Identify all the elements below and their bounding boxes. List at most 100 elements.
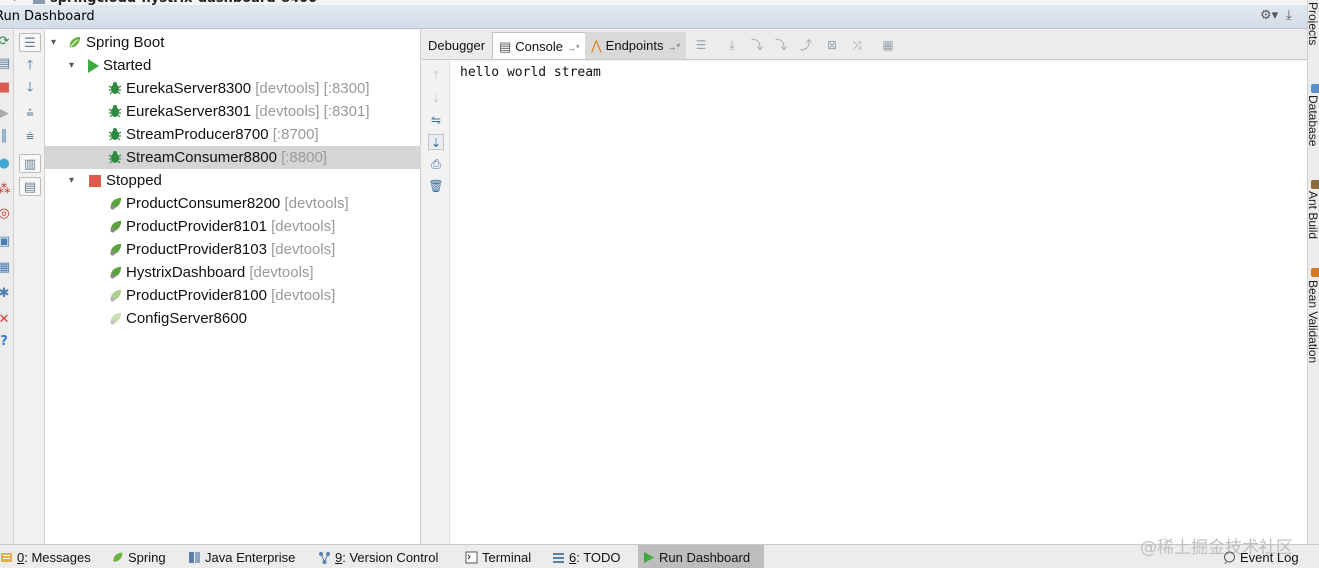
group-by-type-icon[interactable]: ☰ <box>19 33 41 52</box>
spring-leaf-icon <box>69 36 81 48</box>
spring-leaf-icon <box>110 243 122 256</box>
messages-icon <box>1 553 12 562</box>
arrow-down-icon[interactable]: 🡓 <box>428 90 444 106</box>
tree-app-row[interactable]: ProductProvider8100 [devtools] <box>45 284 421 307</box>
tree-app-row[interactable]: ProductConsumer8200 [devtools] <box>45 192 421 215</box>
scroll-to-end-icon[interactable]: ⇣ <box>428 134 444 150</box>
tool-run-dashboard[interactable]: Run Dashboard <box>638 545 764 568</box>
tree-node-spring-boot[interactable]: ▾ Spring Boot <box>45 31 421 54</box>
console-tab-bar: Debugger ▤ Console →* ⋀ Endpoints →* ☰ ⤓ ⤵ ⤵… <box>422 30 1307 60</box>
tool-window-projects[interactable]: Projects <box>1308 2 1319 62</box>
arrow-down-icon[interactable]: 🡓 <box>19 78 41 97</box>
app-tag: [:8700] <box>272 126 319 143</box>
show-execution-point-icon[interactable]: ☰ <box>694 39 708 51</box>
endpoints-icon: ⋀ <box>591 38 602 53</box>
left-action-strip: ⟳ ▤ ■ ▶ ‖ ● ⁂ ◎ ▣ ▦ ✱ ✕ ? <box>0 30 14 544</box>
chevron-down-icon[interactable]: ▾ <box>51 31 56 54</box>
spring-leaf-icon <box>110 220 122 233</box>
settings-icon[interactable]: ✱ <box>0 286 12 302</box>
console-output[interactable]: hello world stream <box>450 61 1307 544</box>
step-over-icon[interactable]: ⤓ <box>725 39 739 51</box>
step-out-icon[interactable]: ⤴ <box>799 39 813 51</box>
print-icon[interactable]: ⎙ <box>428 156 444 172</box>
stop-icon[interactable]: ■ <box>0 80 12 96</box>
app-name: HystrixDashboard <box>126 264 246 281</box>
browser-icon[interactable]: ● <box>0 156 12 172</box>
close-icon[interactable]: ✕ <box>0 312 12 328</box>
tree-group-started[interactable]: ▾ Started <box>45 54 421 77</box>
tool-event-log[interactable]: Event Log <box>1219 545 1303 568</box>
tree-app-row[interactable]: ProductProvider8103 [devtools] <box>45 238 421 261</box>
app-name: ProductConsumer8200 <box>126 195 281 212</box>
drop-frame-icon[interactable]: ⊠ <box>825 39 839 51</box>
arrow-up-icon[interactable]: 🡑 <box>428 67 444 83</box>
ant-icon <box>1311 180 1319 189</box>
tool-messages[interactable]: 0: Messages <box>0 545 95 568</box>
tree-group-stopped[interactable]: ▾ Stopped <box>45 169 421 192</box>
tree-app-row[interactable]: EurekaServer8300 [devtools] [:8300] <box>45 77 421 100</box>
pin-icon[interactable]: →* <box>567 43 580 53</box>
stop-icon <box>89 175 101 187</box>
pin-icon[interactable]: →* <box>668 42 681 52</box>
app-name: ConfigServer8600 <box>126 310 247 327</box>
filter-icon[interactable]: ▥ <box>19 154 41 173</box>
tab-console[interactable]: ▤ Console →* <box>492 32 587 59</box>
tree-app-row[interactable]: StreamProducer8700 [:8700] <box>45 123 421 146</box>
right-tool-rail: Projects Database Ant Build Bean Validat… <box>1307 0 1319 544</box>
camera-icon[interactable]: ▣ <box>0 234 12 250</box>
tree-app-row[interactable]: ConfigServer8600 <box>45 307 421 330</box>
tab-endpoints[interactable]: ⋀ Endpoints →* <box>585 32 687 59</box>
console-side-toolbar: 🡑 🡓 ⇋ ⇣ ⎙ 🗑 <box>422 61 450 544</box>
arrow-up-icon[interactable]: 🡑 <box>19 56 41 75</box>
rerun-icon[interactable]: ⟳ <box>0 34 12 50</box>
tool-terminal[interactable]: Terminal <box>461 545 535 568</box>
tool-window-bean-validation[interactable]: Bean Validation <box>1308 280 1319 376</box>
chevron-down-icon[interactable]: ▾ <box>69 169 74 192</box>
running-bug-icon <box>108 105 122 118</box>
breakpoints-icon[interactable]: ◎ <box>0 206 12 222</box>
tool-window-ant-build[interactable]: Ant Build <box>1308 191 1319 247</box>
app-name: EurekaServer8300 <box>126 80 252 97</box>
tool-todo[interactable]: 6: TODO <box>548 545 625 568</box>
spring-leaf-icon <box>110 266 122 279</box>
app-tag: [devtools] [:8300] <box>255 80 370 97</box>
gear-icon[interactable]: ⚙▾ <box>1260 8 1278 23</box>
group-label: Started <box>103 57 152 74</box>
tab-debugger[interactable]: Debugger <box>422 32 491 59</box>
bottom-tool-bar: 0: Messages Spring Java Enterprise 9: Ve… <box>0 538 1319 568</box>
tool-version-control[interactable]: 9: Version Control <box>314 545 442 568</box>
layout-icon[interactable]: ▦ <box>0 260 12 276</box>
collapse-all-icon[interactable]: ⩧ <box>19 127 41 146</box>
app-tag: [devtools] [:8301] <box>255 103 370 120</box>
run-config-icon[interactable]: ▤ <box>0 56 12 72</box>
spring-leaf-faded-icon <box>110 289 122 302</box>
tool-spring[interactable]: Spring <box>107 545 170 568</box>
pause-icon[interactable]: ‖ <box>0 128 12 144</box>
tool-window-database[interactable]: Database <box>1308 95 1319 157</box>
run-to-cursor-icon[interactable]: ⤨ <box>850 39 864 51</box>
chevron-down-icon[interactable]: ▾ <box>69 54 74 77</box>
debug-icon[interactable]: ⁂ <box>0 182 12 198</box>
evaluate-expression-icon[interactable]: ▦ <box>881 39 895 51</box>
app-tag: [devtools] <box>271 287 336 304</box>
run-icon[interactable]: ▶ <box>0 106 12 122</box>
hide-panel-icon[interactable]: ⤓ <box>1286 8 1292 23</box>
trash-icon[interactable]: 🗑 <box>428 178 444 194</box>
console-line: hello world stream <box>460 65 601 80</box>
step-into-icon[interactable]: ⤵ <box>750 39 764 51</box>
module-folder-icon <box>33 0 45 4</box>
app-name: ProductProvider8103 <box>126 241 267 258</box>
app-tag: [devtools] <box>249 264 314 281</box>
force-step-into-icon[interactable]: ⤵ <box>774 39 788 51</box>
tool-java-enterprise[interactable]: Java Enterprise <box>184 545 299 568</box>
app-name: EurekaServer8301 <box>126 103 252 120</box>
tree-app-row[interactable]: HystrixDashboard [devtools] <box>45 261 421 284</box>
soft-wrap-icon[interactable]: ⇋ <box>428 112 444 128</box>
tree-app-row[interactable]: ProductProvider8101 [devtools] <box>45 215 421 238</box>
help-icon[interactable]: ? <box>0 334 12 350</box>
show-config-icon[interactable]: ▤ <box>19 177 41 196</box>
tool-label: : Version Control <box>342 550 439 565</box>
tree-app-row[interactable]: EurekaServer8301 [devtools] [:8301] <box>45 100 421 123</box>
expand-all-icon[interactable]: ⩮ <box>19 104 41 123</box>
tree-app-row-selected[interactable]: StreamConsumer8800 [:8800] <box>45 146 421 169</box>
